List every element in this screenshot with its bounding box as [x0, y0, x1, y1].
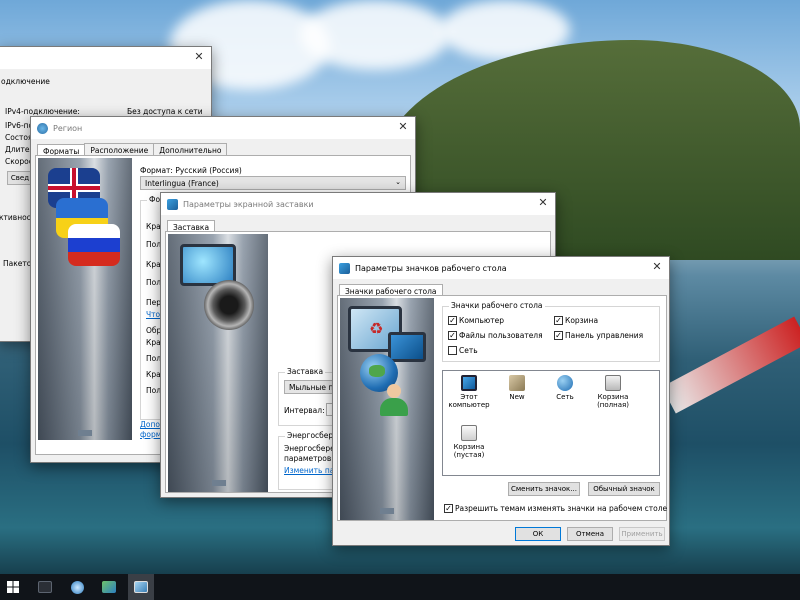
desktop-icons-side-image: ♻ — [340, 298, 434, 520]
examples-label: Обр — [146, 326, 162, 335]
screensaver-group-title: Заставка — [285, 367, 326, 376]
desktop-icons-window: Параметры значков рабочего стола ✕ Значк… — [332, 256, 670, 546]
unchecked-box — [448, 346, 457, 355]
window-title: Параметры значков рабочего стола — [355, 263, 507, 273]
close-icon[interactable]: ✕ — [651, 261, 663, 273]
screensaver-side-image — [168, 234, 268, 492]
what-link[interactable]: Что — [146, 310, 160, 319]
format-select[interactable]: Interlingua (France) ⌄ — [140, 176, 406, 190]
close-icon[interactable]: ✕ — [397, 121, 409, 133]
wallpaper-cloud — [300, 0, 450, 70]
icon-list: Этот компьютер New Сеть Корзина (полная)… — [442, 370, 660, 476]
icon-item-label: Этот компьютер — [448, 393, 490, 409]
icon-item-network[interactable]: Сеть — [541, 375, 589, 401]
region-window-titlebar: Регион ✕ — [31, 117, 415, 139]
icon-item-label: New — [509, 393, 525, 401]
recycle-bin-full-icon — [605, 375, 621, 391]
change-icon-button[interactable]: Сменить значок... — [508, 482, 580, 496]
formats-link[interactable]: форм — [140, 430, 161, 439]
icon-item-new[interactable]: New — [493, 375, 541, 401]
desktop-settings-icon — [339, 262, 350, 274]
state-label: Состоя — [5, 133, 33, 142]
additional-settings-link[interactable]: Допо — [140, 420, 160, 429]
desktop-icons-titlebar: Параметры значков рабочего стола ✕ — [333, 257, 669, 279]
circle-app-icon[interactable] — [64, 574, 90, 600]
network-checkbox-label: Сеть — [459, 346, 478, 355]
format-label: Формат: Русский (Россия) — [140, 166, 242, 175]
network-window-titlebar: ✕ — [0, 47, 211, 69]
screensaver-select-value: Мыльные пуз — [289, 383, 335, 392]
globe-icon — [37, 122, 48, 134]
russia-flag-icon — [68, 224, 120, 266]
network-icon — [557, 375, 573, 391]
computer-checkbox[interactable]: ✓ Компьютер — [448, 316, 504, 325]
windows-start-icon[interactable] — [0, 574, 26, 600]
icon-item-recycle-empty[interactable]: Корзина (пустая) — [445, 425, 493, 459]
default-icon-button[interactable]: Обычный значок — [588, 482, 660, 496]
control-panel-checkbox[interactable]: ✓ Панель управления — [554, 331, 643, 340]
wallpaper-wing — [661, 316, 800, 414]
interval-label: Интервал: — [284, 406, 325, 415]
energy-text-2: параметров э — [284, 454, 338, 463]
panel-logo-icon — [78, 430, 92, 436]
long-time-label: Пол — [146, 278, 162, 287]
check-icon: ✓ — [444, 504, 453, 513]
control-panel-checkbox-label: Панель управления — [565, 331, 644, 340]
icon-item-recycle-full[interactable]: Корзина (полная) — [589, 375, 637, 409]
window-title: Параметры экранной заставки — [183, 199, 314, 209]
computer-icon — [461, 375, 477, 391]
allow-themes-checkbox[interactable]: ✓ Разрешить темам изменять значки на раб… — [444, 504, 667, 513]
user-files-checkbox[interactable]: ✓ Файлы пользователя — [448, 331, 543, 340]
monitor-icon — [388, 332, 426, 362]
long-date-label: Пол — [146, 240, 162, 249]
taskbar — [0, 574, 800, 600]
check-icon: ✓ — [448, 316, 457, 325]
user-folder-icon — [509, 375, 525, 391]
chevron-down-icon: ⌄ — [395, 178, 401, 186]
ok-button[interactable]: ОК — [515, 527, 561, 541]
speed-label: Скорос — [5, 157, 33, 166]
recycle-bin-checkbox-label: Корзина — [565, 316, 599, 325]
users-icon — [376, 384, 412, 420]
network-app-icon[interactable] — [32, 574, 58, 600]
control-panel-icon[interactable] — [96, 574, 122, 600]
ipv4-value: Без доступа к сети — [127, 107, 203, 116]
icon-item-label: Сеть — [556, 393, 574, 401]
check-icon: ✓ — [554, 316, 563, 325]
region-side-image — [38, 158, 132, 440]
check-icon: ✓ — [554, 331, 563, 340]
format-select-value: Interlingua (France) — [145, 179, 219, 188]
desktop-icons-group-title: Значки рабочего стола — [449, 301, 545, 310]
network-checkbox[interactable]: Сеть — [448, 346, 478, 355]
screensaver-icon — [167, 198, 178, 210]
camera-lens-icon — [204, 280, 254, 330]
allow-themes-label: Разрешить темам изменять значки на рабоч… — [455, 504, 668, 513]
panel-logo-icon — [212, 480, 226, 486]
cancel-button[interactable]: Отмена — [567, 527, 613, 541]
check-icon: ✓ — [448, 331, 457, 340]
apply-button[interactable]: Применить — [619, 527, 665, 541]
icon-item-this-pc[interactable]: Этот компьютер — [445, 375, 493, 409]
panel-logo-icon — [380, 508, 394, 514]
recycle-bin-empty-icon — [461, 425, 477, 441]
desktop-icons-tab-panel: ♻ Значки рабочего стола ✓ Компьютер ✓ Ко… — [337, 295, 667, 521]
desktop-settings-icon[interactable] — [128, 574, 154, 600]
close-icon[interactable]: ✕ — [537, 197, 549, 209]
user-files-checkbox-label: Файлы пользователя — [459, 331, 543, 340]
icon-item-label: Корзина (полная) — [597, 393, 629, 409]
icon-item-label: Корзина (пустая) — [453, 443, 485, 459]
window-title: Регион — [53, 123, 83, 133]
computer-checkbox-label: Компьютер — [459, 316, 504, 325]
close-icon[interactable]: ✕ — [193, 51, 205, 63]
ipv4-label: IPv4-подключение: — [5, 107, 80, 116]
example-long-date: Пол — [146, 354, 162, 363]
network-header-label: одключение — [1, 77, 50, 86]
example-long-time: Пол — [146, 386, 162, 395]
screensaver-titlebar: Параметры экранной заставки ✕ — [161, 193, 555, 215]
recycle-bin-checkbox[interactable]: ✓ Корзина — [554, 316, 598, 325]
screensaver-select[interactable]: Мыльные пуз — [284, 380, 336, 394]
